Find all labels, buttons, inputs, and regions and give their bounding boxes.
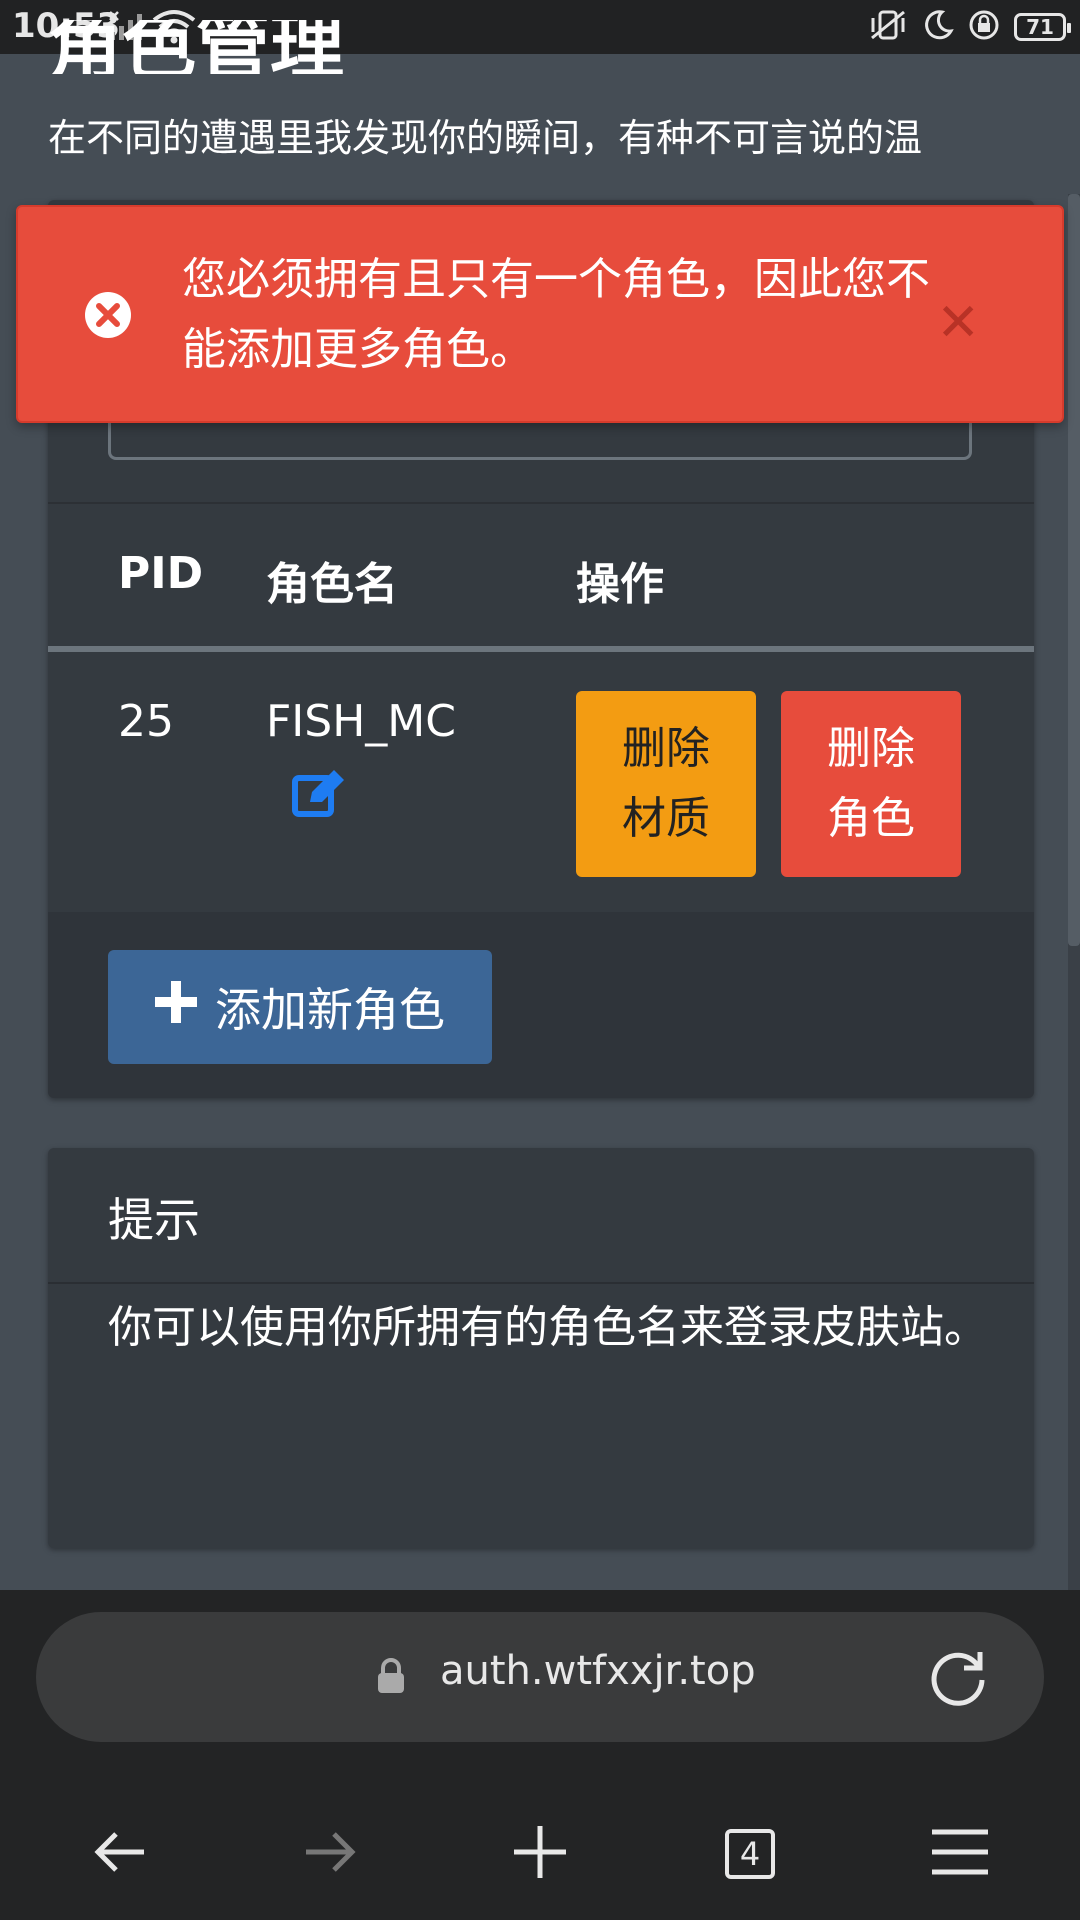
- column-header-pid: PID: [118, 548, 204, 599]
- add-player-button[interactable]: 添加新角色: [108, 950, 492, 1064]
- plus-icon: [155, 980, 197, 1034]
- arrow-right-icon: [304, 1830, 356, 1878]
- menu-button[interactable]: [920, 1814, 1000, 1894]
- url-text: auth.wtfxxjr.top: [440, 1648, 756, 1694]
- add-player-label: 添加新角色: [215, 983, 445, 1037]
- tips-body: 你可以使用你所拥有的角色名来登录皮肤站。: [108, 1302, 988, 1353]
- table-row: 25 FISH_MC 删除材质 删除角色: [48, 652, 1034, 912]
- new-tab-button[interactable]: [500, 1814, 580, 1894]
- page-subtitle: 在不同的遭遇里我发现你的瞬间，有种不可言说的温: [48, 116, 923, 160]
- scrollbar-thumb[interactable]: [1068, 194, 1080, 946]
- alert-message: 您必须拥有且只有一个角色，因此您不能添加更多角色。: [182, 254, 930, 375]
- cell-player-name: FISH_MC: [266, 696, 456, 747]
- reload-icon[interactable]: [928, 1646, 990, 1708]
- card-footer: 添加新角色: [48, 912, 1034, 1098]
- back-button[interactable]: [80, 1814, 160, 1894]
- hamburger-menu-icon: [930, 1828, 990, 1880]
- error-circle-icon: [84, 291, 132, 339]
- cell-pid: 25: [118, 696, 174, 747]
- tips-title: 提示: [108, 1193, 200, 1247]
- close-icon[interactable]: ✕: [936, 293, 980, 353]
- address-bar[interactable]: auth.wtfxxjr.top: [36, 1612, 1044, 1742]
- delete-player-button[interactable]: 删除角色: [781, 691, 961, 877]
- column-header-actions: 操作: [576, 559, 664, 610]
- delete-player-label: 删除角色: [827, 723, 915, 844]
- forward-button[interactable]: [290, 1814, 370, 1894]
- rotation-lock-icon: [968, 9, 1000, 45]
- edit-icon[interactable]: [292, 768, 348, 818]
- column-header-name: 角色名: [266, 559, 398, 610]
- error-alert: 您必须拥有且只有一个角色，因此您不能添加更多角色。 ✕: [16, 205, 1064, 423]
- plus-icon: [512, 1824, 568, 1884]
- delete-texture-label: 删除材质: [622, 723, 710, 844]
- tab-count: 4: [725, 1829, 775, 1879]
- lock-icon: [376, 1658, 406, 1694]
- battery-level: 71: [1026, 15, 1054, 39]
- browser-nav-bar: 4: [0, 1790, 1080, 1920]
- table-header: PID 角色名 操作: [48, 502, 1034, 652]
- page-title: 角色管理: [48, 20, 344, 74]
- moon-icon: [922, 9, 954, 45]
- battery-icon: 71: [1014, 13, 1071, 41]
- tips-card: 提示 你可以使用你所拥有的角色名来登录皮肤站。: [48, 1148, 1034, 1548]
- tabs-button[interactable]: 4: [710, 1814, 790, 1894]
- vibrate-icon: [868, 8, 908, 46]
- arrow-left-icon: [94, 1830, 146, 1878]
- delete-texture-button[interactable]: 删除材质: [576, 691, 756, 877]
- tips-header: 提示: [48, 1148, 1034, 1284]
- browser-toolbar: auth.wtfxxjr.top 4: [0, 1590, 1080, 1920]
